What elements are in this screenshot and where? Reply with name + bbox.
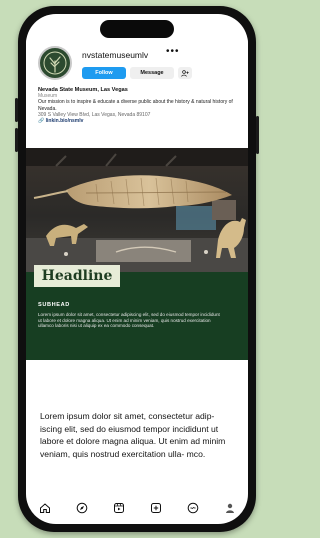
- post-headline: Headline: [41, 268, 113, 284]
- phone-screen: nvstatemuseumlv ••• Follow Message Nevad…: [26, 14, 248, 524]
- message-button[interactable]: Message: [130, 67, 174, 79]
- profile-icon[interactable]: [223, 501, 237, 515]
- create-icon[interactable]: [149, 501, 163, 515]
- museum-logo-icon: [43, 51, 67, 75]
- add-person-button[interactable]: [178, 67, 192, 79]
- museum-exhibit-photo: [26, 148, 248, 272]
- phone-frame: nvstatemuseumlv ••• Follow Message Nevad…: [15, 6, 259, 532]
- explore-icon[interactable]: [75, 501, 89, 515]
- more-dots-icon[interactable]: •••: [166, 46, 180, 57]
- post-caption: Lorem ipsum dolor sit amet, consectetur …: [40, 411, 226, 459]
- profile-header: nvstatemuseumlv ••• Follow Message Nevad…: [26, 38, 248, 148]
- headline-box: Headline: [34, 265, 120, 287]
- home-icon[interactable]: [38, 501, 52, 515]
- profile-bio: Nevada State Museum, Las Vegas Museum Ou…: [38, 87, 238, 124]
- add-person-icon: [181, 69, 189, 77]
- post-subhead: SUBHEAD: [38, 302, 70, 308]
- reels-icon[interactable]: [112, 501, 126, 515]
- bottom-nav: [26, 492, 248, 524]
- post-image[interactable]: [26, 148, 248, 272]
- username[interactable]: nvstatemuseumlv: [82, 50, 148, 60]
- power-button: [256, 116, 259, 154]
- dynamic-island: [100, 20, 174, 38]
- activity-icon[interactable]: [186, 501, 200, 515]
- post-body-text: Lorem ipsum dolor sit amet, consectetur …: [38, 312, 220, 329]
- volume-up-button: [15, 98, 18, 122]
- profile-link[interactable]: 🔗 linkin.bio/nsmlv: [38, 118, 238, 124]
- volume-down-button: [15, 128, 18, 152]
- avatar[interactable]: [38, 46, 72, 80]
- profile-description: Our mission is to inspire & educate a di…: [38, 99, 233, 112]
- follow-button[interactable]: Follow: [82, 67, 126, 79]
- link-icon: 🔗: [38, 118, 45, 125]
- profile-link-text: linkin.bio/nsmlv: [45, 118, 84, 125]
